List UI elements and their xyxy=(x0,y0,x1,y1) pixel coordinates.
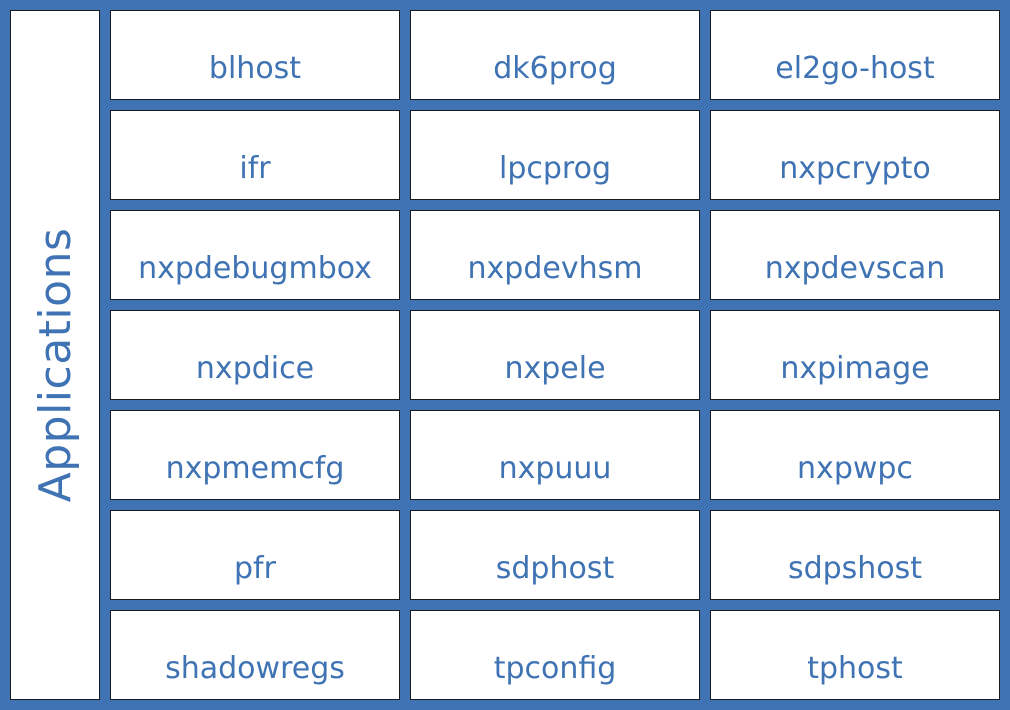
app-label: blhost xyxy=(208,51,302,86)
app-box-lpcprog: lpcprog xyxy=(410,110,700,200)
app-box-blhost: blhost xyxy=(110,10,400,100)
app-label: sdpshost xyxy=(787,551,923,586)
app-label: lpcprog xyxy=(499,151,611,186)
app-box-sdpshost: sdpshost xyxy=(710,510,1000,600)
app-box-nxpuuu: nxpuuu xyxy=(410,410,700,500)
applications-side-panel: Applications xyxy=(10,10,100,700)
app-label: nxpdevscan xyxy=(764,251,946,286)
app-box-dk6prog: dk6prog xyxy=(410,10,700,100)
app-label: nxpdice xyxy=(195,351,315,386)
applications-title: Applications xyxy=(30,227,81,503)
app-label: nxpuuu xyxy=(498,451,612,486)
app-label: nxpdevhsm xyxy=(467,251,643,286)
app-label: sdphost xyxy=(495,551,615,586)
applications-grid: blhost dk6prog el2go-host ifr lpcprog nx… xyxy=(110,10,1000,700)
app-label: nxpwpc xyxy=(797,451,913,486)
app-label: nxpimage xyxy=(780,351,930,386)
app-label: ifr xyxy=(239,151,271,186)
app-label: nxpmemcfg xyxy=(165,451,345,486)
app-label: pfr xyxy=(234,551,276,586)
app-box-sdphost: sdphost xyxy=(410,510,700,600)
app-box-nxpele: nxpele xyxy=(410,310,700,400)
app-box-el2go-host: el2go-host xyxy=(710,10,1000,100)
app-box-nxpwpc: nxpwpc xyxy=(710,410,1000,500)
app-box-nxpdice: nxpdice xyxy=(110,310,400,400)
app-label: nxpcrypto xyxy=(779,151,931,186)
app-box-nxpimage: nxpimage xyxy=(710,310,1000,400)
app-label: tpconfig xyxy=(493,651,617,686)
app-box-nxpdevscan: nxpdevscan xyxy=(710,210,1000,300)
app-box-tpconfig: tpconfig xyxy=(410,610,700,700)
app-box-nxpdebugmbox: nxpdebugmbox xyxy=(110,210,400,300)
app-box-tphost: tphost xyxy=(710,610,1000,700)
app-box-shadowregs: shadowregs xyxy=(110,610,400,700)
app-label: tphost xyxy=(807,651,903,686)
app-label: el2go-host xyxy=(775,51,935,86)
app-label: shadowregs xyxy=(165,651,345,686)
app-box-nxpmemcfg: nxpmemcfg xyxy=(110,410,400,500)
app-label: nxpdebugmbox xyxy=(138,251,372,286)
app-box-nxpdevhsm: nxpdevhsm xyxy=(410,210,700,300)
app-box-pfr: pfr xyxy=(110,510,400,600)
app-label: dk6prog xyxy=(493,51,617,86)
app-box-nxpcrypto: nxpcrypto xyxy=(710,110,1000,200)
app-label: nxpele xyxy=(504,351,606,386)
app-box-ifr: ifr xyxy=(110,110,400,200)
